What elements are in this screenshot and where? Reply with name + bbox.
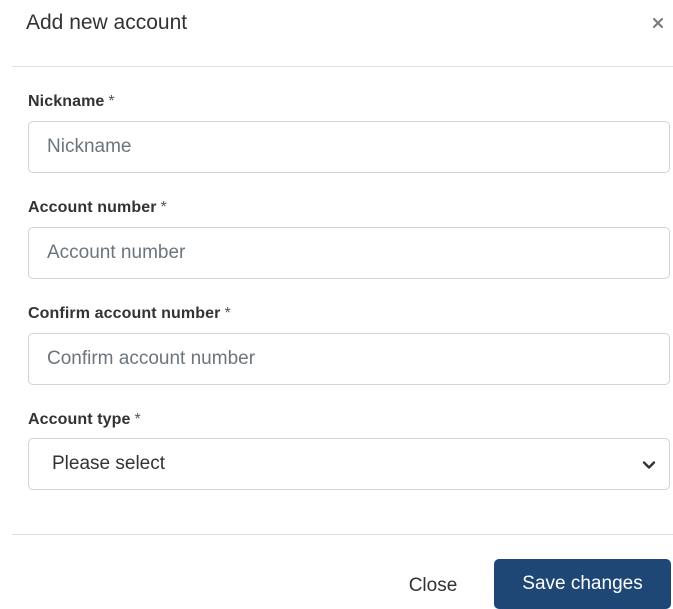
required-marker: * [160, 199, 167, 216]
required-marker: * [108, 93, 115, 110]
nickname-label: Nickname * [28, 92, 115, 112]
nickname-label-text: Nickname [28, 93, 105, 110]
account-type-label: Account type * [28, 410, 141, 430]
account-number-input[interactable] [28, 227, 670, 279]
confirm-account-number-input[interactable] [28, 333, 670, 385]
close-icon[interactable] [649, 14, 667, 32]
save-changes-button[interactable]: Save changes [494, 559, 671, 609]
account-number-field-group: Account number * [28, 198, 671, 304]
close-button[interactable]: Close [391, 566, 475, 606]
dialog-footer: Close Save changes [12, 534, 673, 609]
account-type-select[interactable]: Please select [28, 438, 670, 490]
chevron-down-icon [641, 457, 657, 473]
dialog-title: Add new account [26, 11, 188, 34]
nickname-field-group: Nickname * [28, 92, 671, 198]
add-account-dialog: Add new account Nickname* Account number… [0, 0, 673, 609]
account-type-label-text: Account type [28, 411, 131, 428]
required-marker: * [224, 305, 231, 322]
dialog-body: Nickname* Account number* Confirm accoun… [28, 92, 671, 490]
dialog-header: Add new account [12, 0, 673, 67]
required-marker: * [134, 411, 141, 428]
confirm-account-number-label-text: Confirm account number [28, 305, 221, 322]
account-type-selected-value: Please select [52, 453, 166, 474]
nickname-input[interactable] [28, 121, 670, 173]
confirm-account-number-label: Confirm account number * [28, 304, 231, 324]
account-number-label: Account number * [28, 198, 167, 218]
account-number-label-text: Account number [28, 199, 157, 216]
confirm-account-number-field-group: Confirm account number * [28, 304, 671, 410]
